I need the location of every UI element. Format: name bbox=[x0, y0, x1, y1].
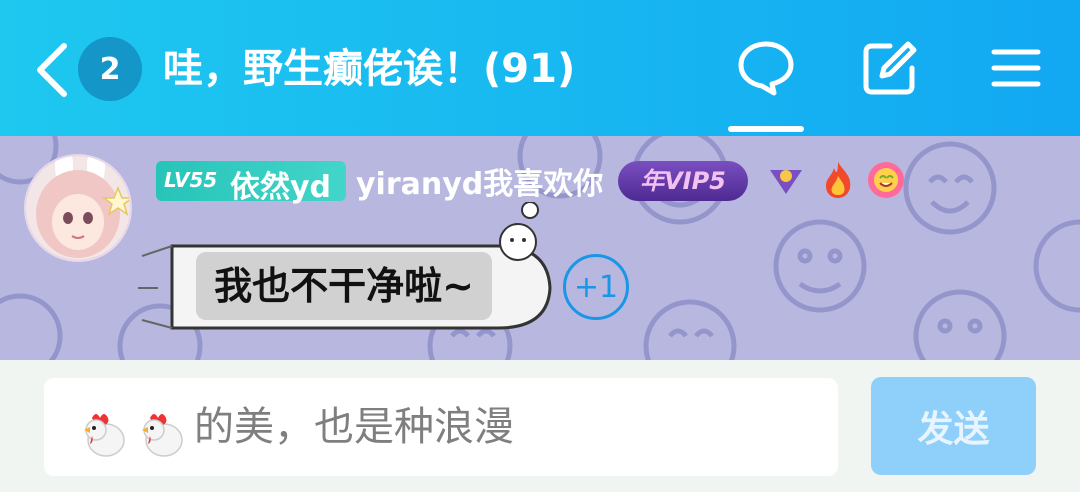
fire-icon[interactable] bbox=[818, 160, 858, 200]
active-tab-indicator bbox=[728, 126, 804, 132]
level-title: 依然yd bbox=[230, 170, 332, 205]
top-navigation-bar: 2 哇，野生癫佬诶！(91) bbox=[0, 0, 1080, 136]
vip-badge[interactable]: 年VIP5 bbox=[618, 161, 748, 201]
back-arrow-icon[interactable] bbox=[30, 40, 74, 100]
rooster-emoji bbox=[142, 414, 183, 457]
anime-avatar-image bbox=[26, 156, 130, 260]
message-text: 我也不干净啦~ bbox=[196, 252, 492, 320]
plus-one-reaction-button[interactable]: +1 bbox=[563, 254, 629, 320]
level-text: LV55 bbox=[164, 168, 218, 192]
composer-bar: 的美，也是种浪漫 发送 bbox=[0, 360, 1080, 492]
edit-icon[interactable] bbox=[860, 38, 920, 98]
level-badge[interactable]: LV55 依然yd bbox=[156, 161, 346, 205]
rooster-emoji bbox=[84, 414, 125, 457]
group-title: 哇，野生癫佬诶！(91) bbox=[163, 46, 576, 92]
sender-username[interactable]: yiranyd我喜欢你 bbox=[356, 159, 603, 203]
message-input[interactable]: 的美，也是种浪漫 bbox=[44, 378, 838, 476]
message-area: LV55 依然yd yiranyd我喜欢你 年VIP5 我也不干净啦~ +1 bbox=[0, 136, 1080, 360]
draft-text: 的美，也是种浪漫 bbox=[194, 404, 514, 450]
flower-smile-icon[interactable] bbox=[866, 160, 906, 200]
user-avatar[interactable] bbox=[24, 154, 132, 262]
chat-bubble-icon[interactable] bbox=[736, 38, 796, 98]
send-button[interactable]: 发送 bbox=[871, 377, 1036, 475]
unread-count-badge[interactable]: 2 bbox=[78, 37, 142, 101]
message-bubble[interactable]: 我也不干净啦~ bbox=[138, 202, 558, 332]
triangle-medal-icon[interactable] bbox=[766, 160, 806, 200]
menu-icon[interactable] bbox=[986, 38, 1046, 98]
